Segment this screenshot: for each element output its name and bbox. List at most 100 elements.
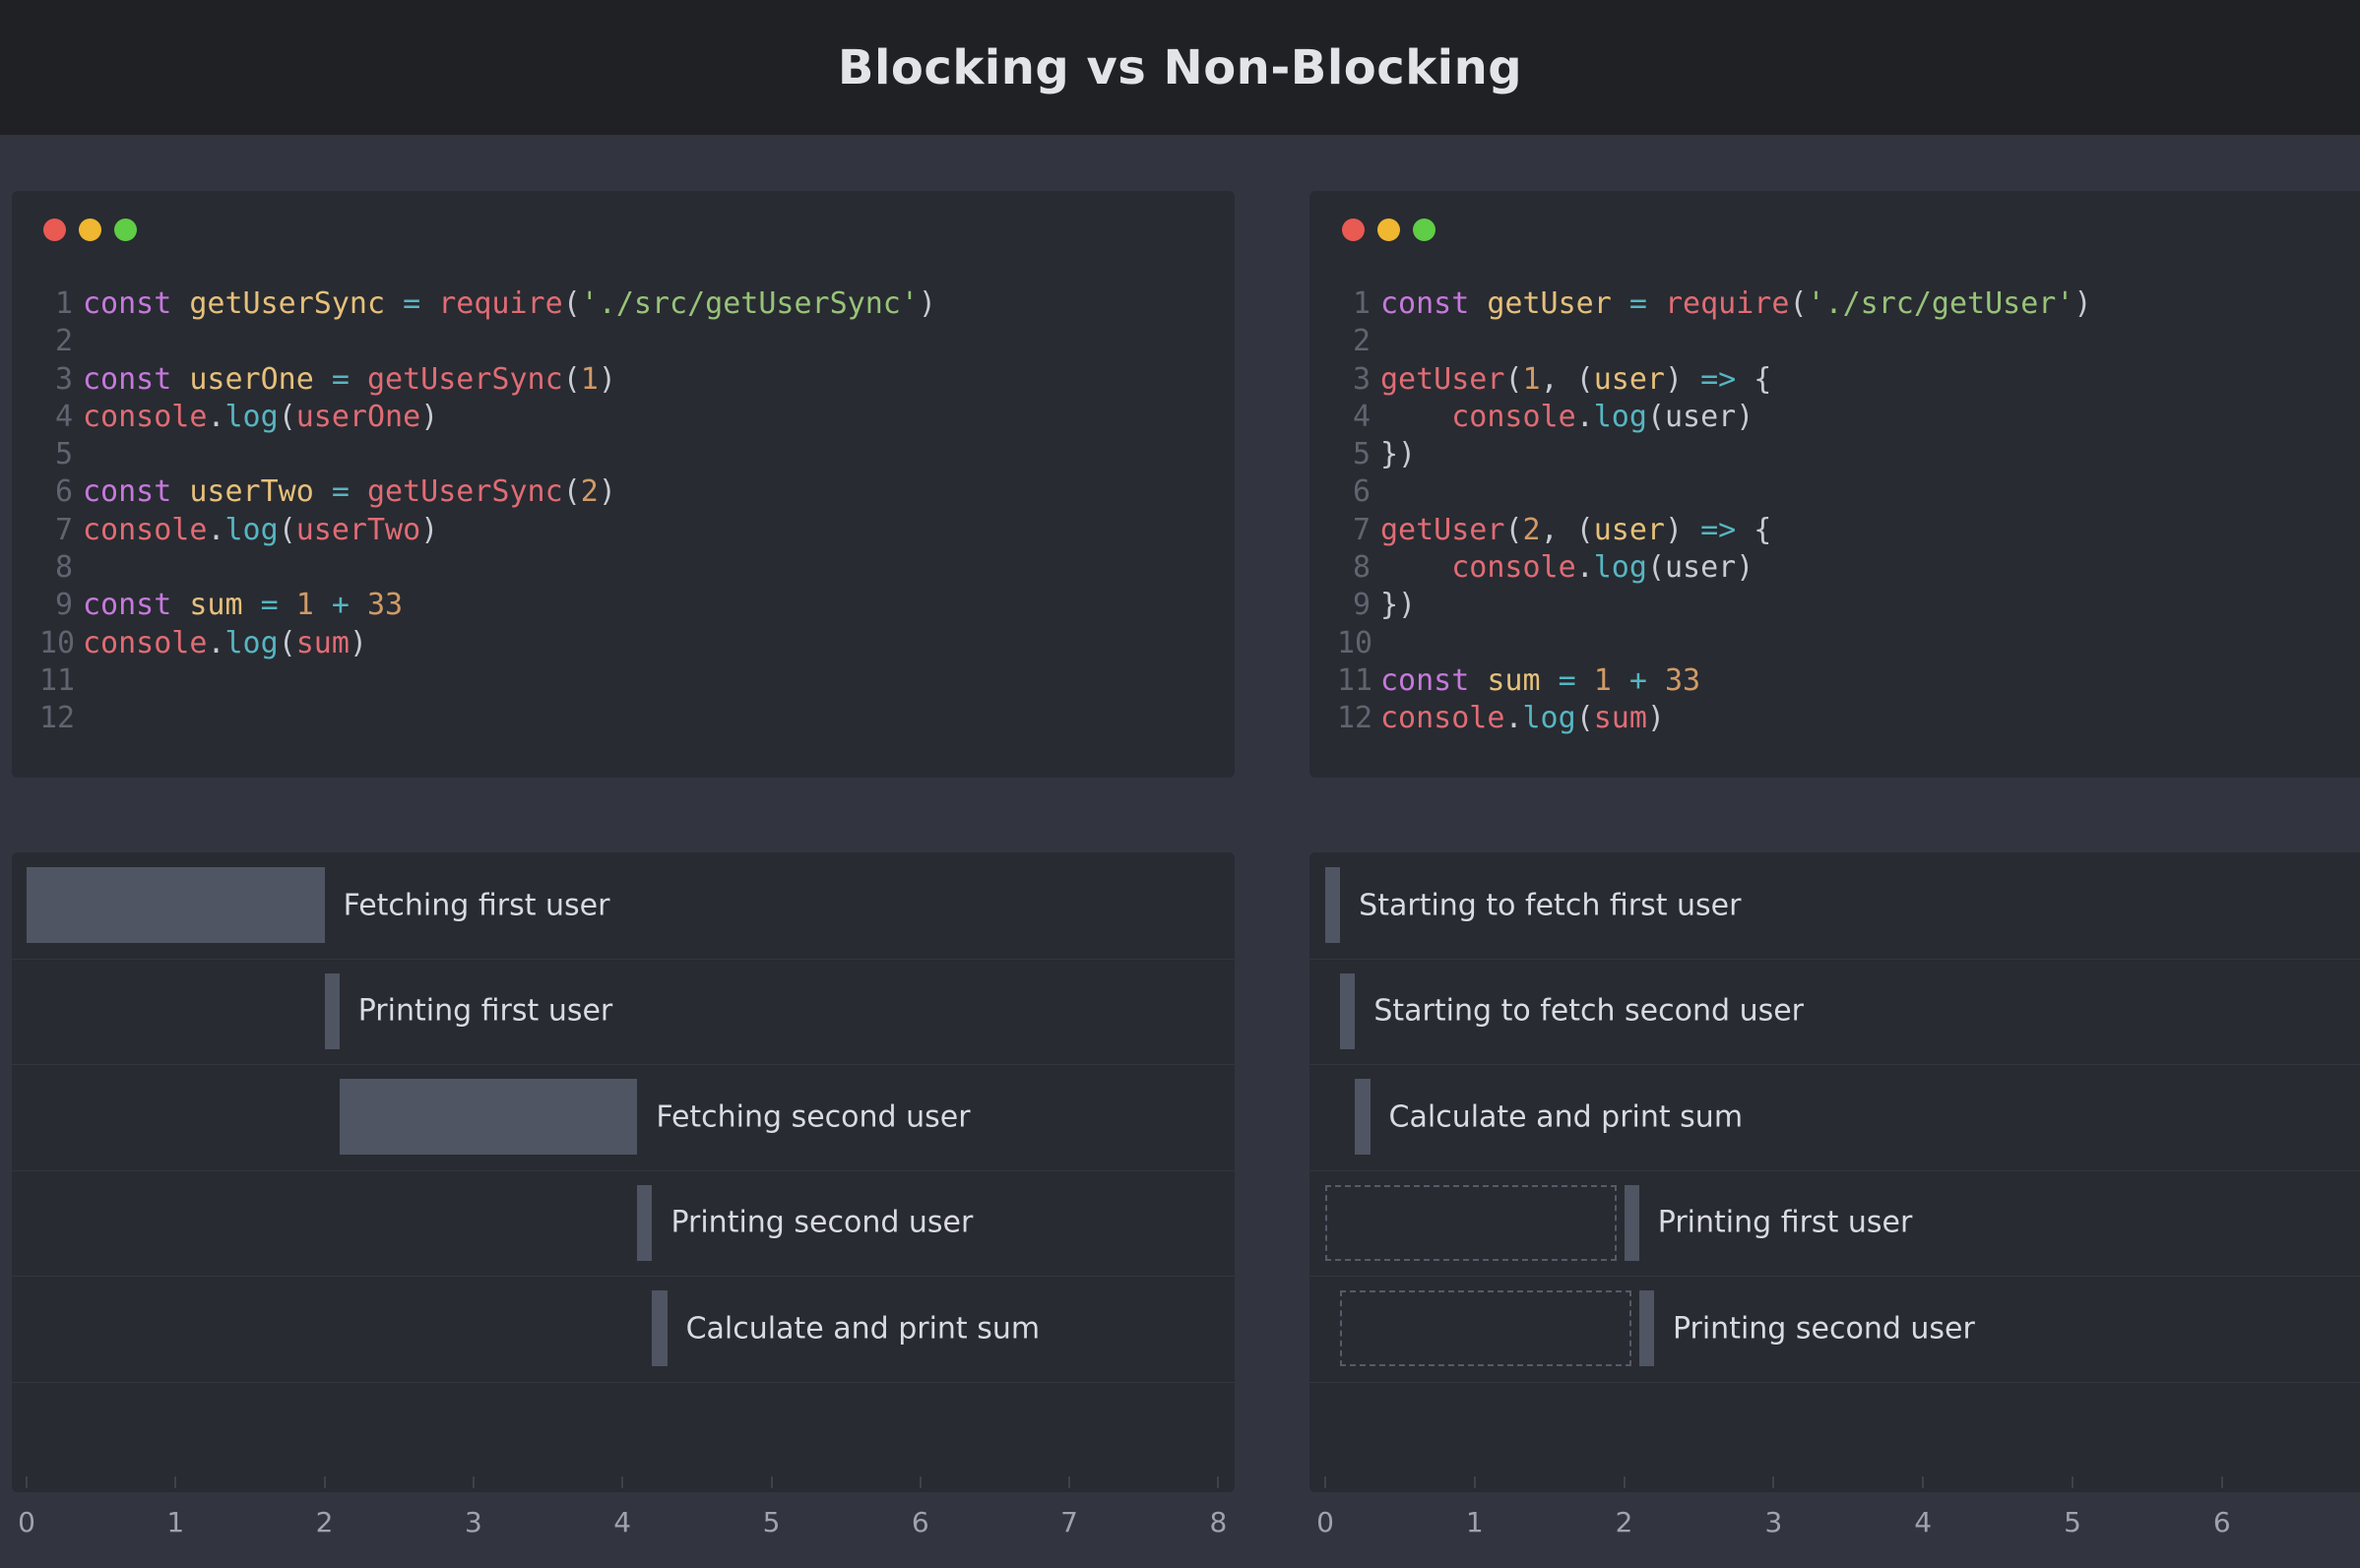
code-token: { [1736, 361, 1772, 397]
code-token: getUserSync [189, 286, 386, 321]
code-token: ) [1665, 361, 1701, 397]
code-line: 10 console.log(sum) [39, 625, 936, 662]
axis-tick [1068, 1476, 1071, 1488]
axis-tick [26, 1476, 28, 1488]
close-dot-icon [1342, 219, 1365, 241]
code-token: getUser [1380, 361, 1505, 397]
code-token: userOne [295, 399, 421, 434]
line-number: 1 [54, 286, 73, 321]
code-line: 6 [1337, 473, 2092, 511]
code-line: 5}) [1337, 436, 2092, 473]
row-separator [1309, 1169, 2360, 1171]
axis-tick-label: 3 [1764, 1506, 1783, 1538]
code-token: userOne [189, 361, 314, 397]
code-token: ) [918, 286, 936, 321]
event-bar [324, 972, 340, 1049]
row-separator [12, 958, 1235, 960]
code-token: ( [1504, 361, 1523, 397]
code-token: ) [420, 399, 439, 434]
page-title: Blocking vs Non-Blocking [837, 39, 1523, 95]
code-line: 9}) [1337, 587, 2092, 624]
code-line: 6 const userTwo = getUserSync(2) [39, 473, 936, 511]
minimize-dot-icon [1377, 219, 1400, 241]
line-number: 9 [54, 588, 73, 623]
blocking-bar [27, 867, 325, 943]
event-bar [637, 1184, 653, 1261]
code-token: (user) [1646, 550, 1754, 586]
code-token: const [83, 474, 172, 510]
code-token: sum [1487, 662, 1541, 698]
line-number: 2 [1352, 324, 1371, 359]
code-token: getUserSync [367, 474, 563, 510]
code-token: }) [1380, 437, 1417, 472]
code-token: 33 [1665, 662, 1701, 698]
code-token: sum [189, 588, 243, 623]
event-bar [1355, 1079, 1371, 1155]
code-line: 8 console.log(user) [1337, 549, 2092, 587]
axis-tick-label: 4 [1914, 1506, 1933, 1538]
code-token: = [331, 474, 350, 510]
axis-tick [323, 1476, 326, 1488]
axis-tick [1324, 1476, 1326, 1488]
code-token: log [224, 512, 279, 547]
line-number: 10 [1337, 625, 1373, 660]
code-line: 11 [39, 662, 936, 700]
code-token: ( [562, 286, 581, 321]
axis-tick-label: 7 [1060, 1506, 1079, 1538]
maximize-dot-icon [1413, 219, 1435, 241]
code-line: 7 getUser(2, (user) => { [1337, 512, 2092, 549]
code-line: 12 console.log(sum) [1337, 700, 2092, 737]
code-token: 2 [1522, 512, 1541, 547]
axis-tick [2220, 1476, 2223, 1488]
code-token: { [1736, 512, 1772, 547]
code-token: = [403, 286, 421, 321]
code-token: const [83, 588, 172, 623]
code-token: . [1575, 550, 1594, 586]
event-label: Calculate and print sum [685, 1311, 1041, 1346]
code-token: user [1593, 361, 1665, 397]
code-token: ( [278, 625, 296, 660]
code-token: 1 [1522, 361, 1541, 397]
line-number: 3 [54, 361, 73, 397]
code-line: 1 const getUserSync = require('./src/getU… [39, 285, 936, 323]
code-token: (user) [1646, 399, 1754, 434]
line-number: 8 [54, 550, 73, 586]
event-bar [1340, 972, 1356, 1049]
axis-tick-label: 1 [166, 1506, 185, 1538]
row-separator [1309, 958, 2360, 960]
line-number: 4 [1352, 399, 1371, 434]
axis-tick [770, 1476, 773, 1488]
code-token: const [83, 361, 172, 397]
code-token: require [438, 286, 563, 321]
code-token: ) [2073, 286, 2092, 321]
code-token: userTwo [295, 512, 421, 547]
code-token: user [1593, 512, 1665, 547]
row-separator [1309, 1276, 2360, 1277]
line-number: 7 [1352, 512, 1371, 547]
code-token: ( [562, 474, 581, 510]
event-bar [1624, 1184, 1639, 1261]
event-label: Calculate and print sum [1388, 1099, 1744, 1134]
row-separator [12, 1064, 1235, 1065]
line-number: 12 [39, 701, 76, 736]
code-token: = [1558, 662, 1576, 698]
event-label: Starting to fetch first user [1359, 888, 1742, 922]
axis-tick-label: 6 [911, 1506, 929, 1538]
code-token: getUser [1380, 512, 1505, 547]
code-token: , ( [1540, 361, 1594, 397]
code-token: 1 [580, 361, 599, 397]
code-token: . [207, 625, 225, 660]
line-number: 7 [54, 512, 73, 547]
axis-tick-label: 1 [1465, 1506, 1484, 1538]
close-dot-icon [43, 219, 66, 241]
